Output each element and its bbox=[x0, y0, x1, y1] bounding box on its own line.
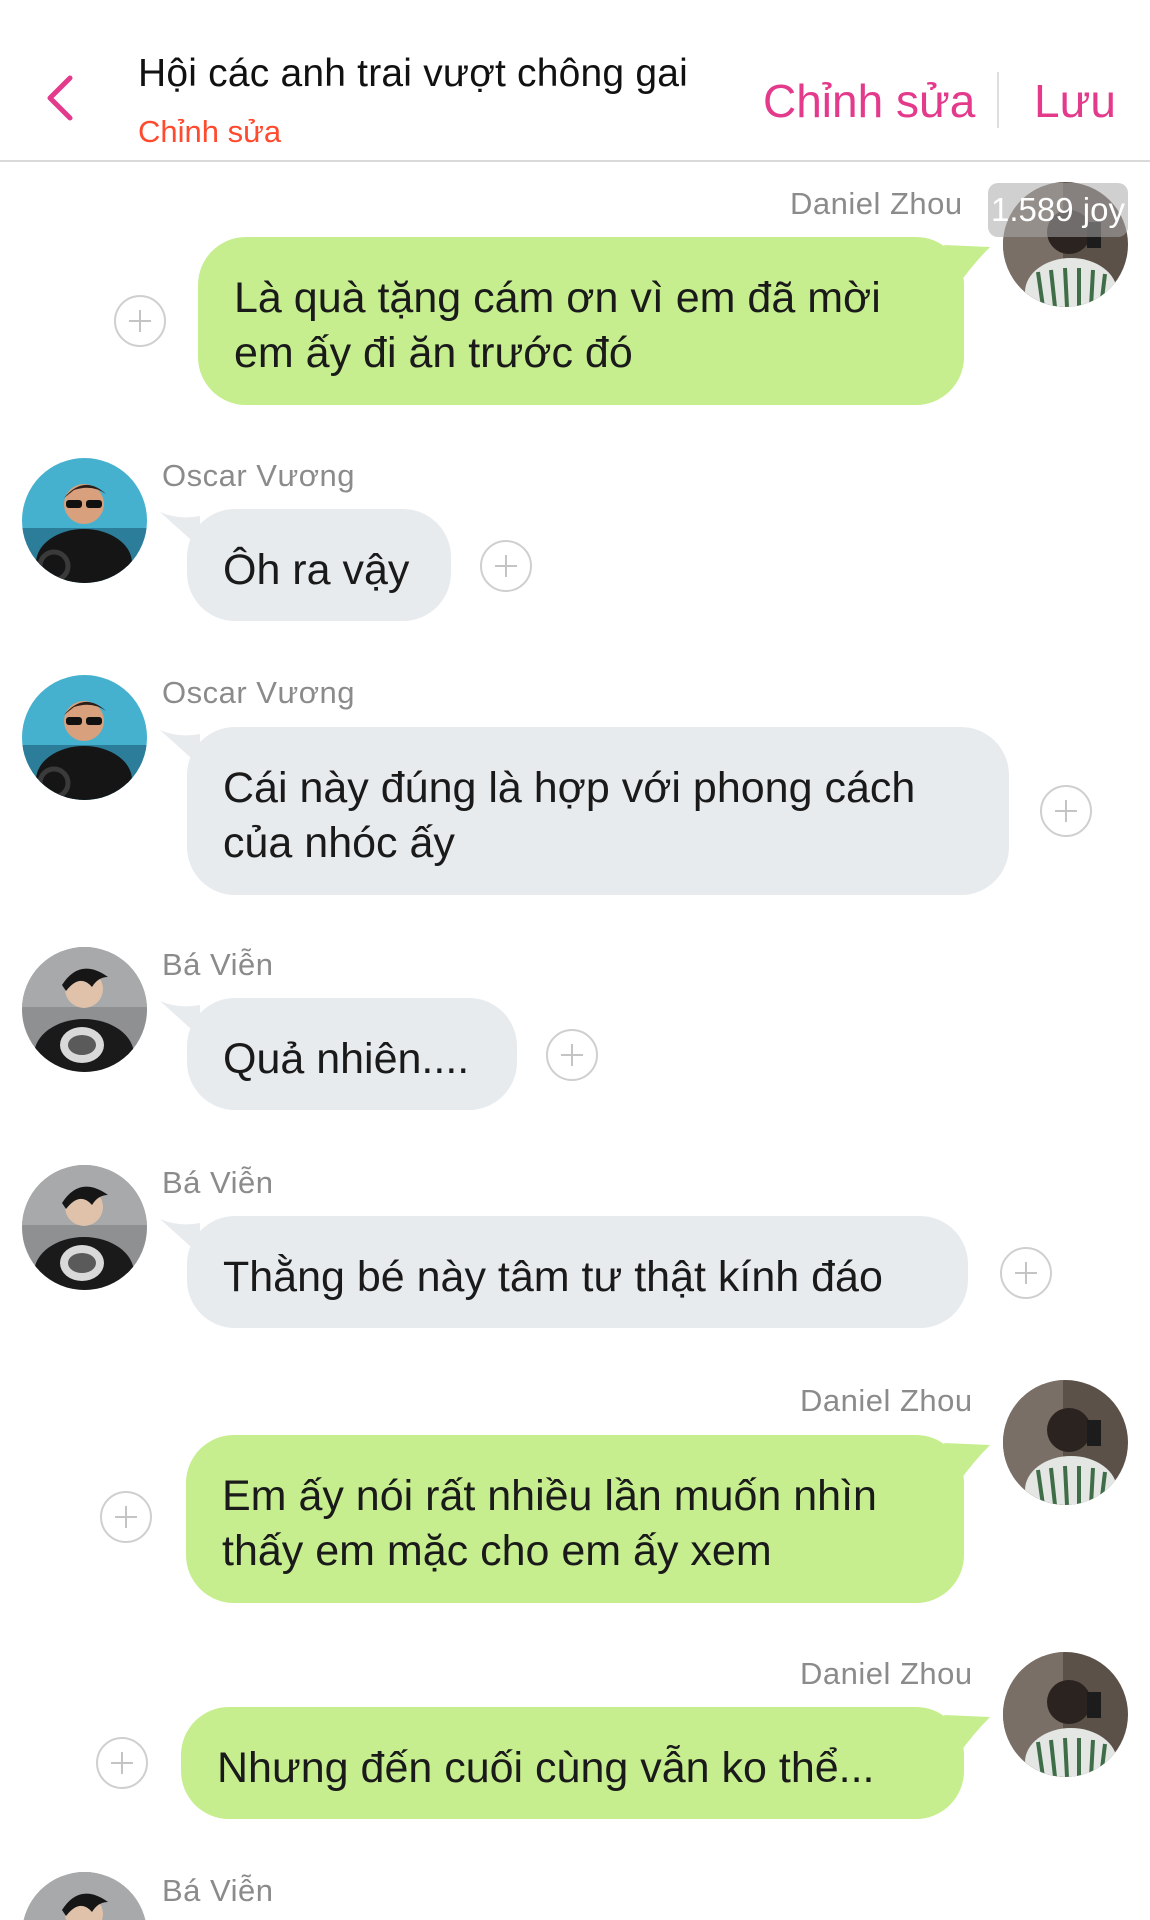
message-line: Là quà tặng cám ơn vì em đã mời bbox=[234, 274, 881, 322]
sender-name: Bá Viễn bbox=[162, 947, 274, 982]
message-bubble[interactable]: Nhưng đến cuối cùng vẫn ko thể... bbox=[181, 1707, 964, 1819]
joy-badge: 1.589 joy bbox=[988, 183, 1128, 237]
avatar-oscar-vuong[interactable] bbox=[22, 458, 147, 583]
add-reaction-button[interactable] bbox=[114, 295, 166, 347]
chat-header: Hội các anh trai vượt chông gai Chỉnh sử… bbox=[0, 0, 1150, 162]
sender-name: Oscar Vương bbox=[162, 458, 356, 493]
add-reaction-button[interactable] bbox=[1000, 1247, 1052, 1299]
add-reaction-button[interactable] bbox=[546, 1029, 598, 1081]
avatar-daniel-zhou[interactable] bbox=[1003, 1380, 1128, 1505]
back-button[interactable] bbox=[40, 72, 80, 124]
chat-screen: Hội các anh trai vượt chông gai Chỉnh sử… bbox=[0, 0, 1150, 1920]
sender-name: Bá Viễn bbox=[162, 1873, 274, 1908]
bubble-tail bbox=[944, 1715, 990, 1755]
message-line: Ôh ra vậy bbox=[223, 546, 410, 594]
message-line: Quả nhiên.... bbox=[223, 1035, 470, 1083]
chevron-left-icon bbox=[47, 75, 73, 121]
message-line: thấy em mặc cho em ấy xem bbox=[222, 1527, 772, 1575]
message-line: Cái này đúng là hợp với phong cách bbox=[223, 764, 916, 812]
message-bubble[interactable]: Cái này đúng là hợp với phong cách của n… bbox=[187, 727, 1009, 895]
add-reaction-button[interactable] bbox=[100, 1491, 152, 1543]
message-line: em ấy đi ăn trước đó bbox=[234, 329, 633, 377]
message-bubble[interactable]: Em ấy nói rất nhiều lần muốn nhìn thấy e… bbox=[186, 1435, 964, 1603]
add-reaction-button[interactable] bbox=[480, 540, 532, 592]
bubble-tail bbox=[944, 245, 990, 285]
avatar-daniel-zhou[interactable] bbox=[1003, 1652, 1128, 1777]
message-line: Em ấy nói rất nhiều lần muốn nhìn bbox=[222, 1472, 877, 1520]
avatar-ba-vien[interactable] bbox=[22, 947, 147, 1072]
header-divider bbox=[997, 72, 999, 128]
sender-name: Daniel Zhou bbox=[800, 1656, 973, 1691]
sender-name: Daniel Zhou bbox=[790, 186, 963, 221]
group-subtitle[interactable]: Chỉnh sửa bbox=[138, 114, 281, 150]
message-line: Thằng bé này tâm tư thật kính đáo bbox=[223, 1253, 883, 1301]
group-title: Hội các anh trai vượt chông gai bbox=[138, 52, 688, 95]
sender-name: Bá Viễn bbox=[162, 1165, 274, 1200]
avatar-oscar-vuong[interactable] bbox=[22, 675, 147, 800]
save-button[interactable]: Lưu bbox=[1034, 74, 1116, 128]
message-line: Nhưng đến cuối cùng vẫn ko thể... bbox=[217, 1744, 875, 1792]
bubble-tail bbox=[944, 1443, 990, 1483]
message-line: của nhóc ấy bbox=[223, 819, 455, 867]
message-bubble[interactable]: Thằng bé này tâm tư thật kính đáo bbox=[187, 1216, 968, 1328]
add-reaction-button[interactable] bbox=[96, 1737, 148, 1789]
sender-name: Oscar Vương bbox=[162, 675, 356, 710]
sender-name: Daniel Zhou bbox=[800, 1383, 973, 1418]
message-bubble[interactable]: Quả nhiên.... bbox=[187, 998, 517, 1110]
edit-button[interactable]: Chỉnh sửa bbox=[763, 74, 975, 128]
add-reaction-button[interactable] bbox=[1040, 785, 1092, 837]
message-bubble[interactable]: Là quà tặng cám ơn vì em đã mời em ấy đi… bbox=[198, 237, 964, 405]
message-bubble[interactable]: Ôh ra vậy bbox=[187, 509, 451, 621]
avatar-ba-vien[interactable] bbox=[22, 1165, 147, 1290]
avatar-ba-vien[interactable] bbox=[22, 1872, 147, 1920]
